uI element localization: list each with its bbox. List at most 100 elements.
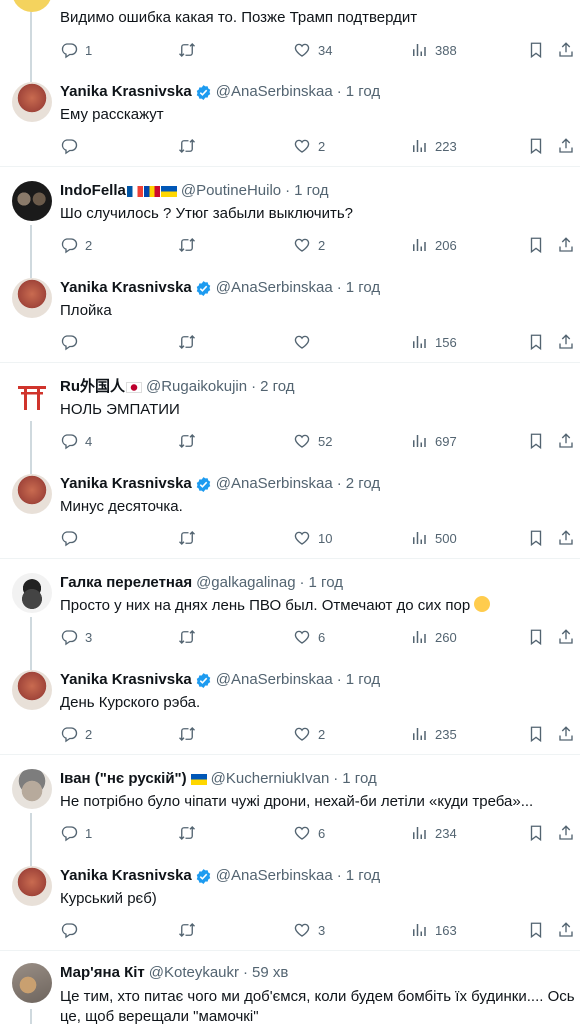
avatar[interactable] [12, 278, 52, 318]
bookmark-button[interactable] [527, 920, 545, 940]
reply-tweet[interactable]: Yanika Krasnivska @AnaSerbinskaa · 1 год… [0, 852, 580, 950]
bookmark-button[interactable] [527, 136, 545, 156]
author-name[interactable]: Yanika Krasnivska [60, 82, 192, 102]
reply-button[interactable]: 1 [60, 40, 92, 60]
author-handle[interactable]: @AnaSerbinskaa [216, 278, 333, 298]
bookmark-button[interactable] [527, 332, 545, 352]
like-button[interactable]: 3 [293, 920, 325, 940]
author-name[interactable]: Yanika Krasnivska [60, 866, 192, 886]
share-button[interactable] [557, 823, 575, 843]
like-button[interactable]: 52 [293, 431, 332, 451]
retweet-button[interactable] [178, 724, 203, 744]
author-handle[interactable]: @KucherniukIvan [211, 769, 330, 789]
timestamp[interactable]: 59 хв [252, 963, 288, 983]
retweet-button[interactable] [178, 431, 203, 451]
timestamp[interactable]: 2 год [260, 377, 294, 397]
avatar[interactable] [12, 82, 52, 122]
views-button[interactable]: 234 [410, 823, 457, 843]
timestamp[interactable]: 1 год [346, 82, 380, 102]
reply-button[interactable]: 4 [60, 431, 92, 451]
author-handle[interactable]: @Koteykaukr [149, 963, 239, 983]
reply-button[interactable]: 1 [60, 823, 92, 843]
timestamp[interactable]: 1 год [346, 670, 380, 690]
reply-button[interactable] [60, 920, 85, 940]
author-name[interactable]: Yanika Krasnivska [60, 474, 192, 494]
bookmark-button[interactable] [527, 40, 545, 60]
bookmark-button[interactable] [527, 431, 545, 451]
reply-tweet[interactable]: Yanika Krasnivska @AnaSerbinskaa · 1 год… [0, 72, 580, 166]
share-button[interactable] [557, 528, 575, 548]
share-button[interactable] [557, 627, 575, 647]
retweet-button[interactable] [178, 528, 203, 548]
timestamp[interactable]: 1 год [294, 181, 328, 201]
views-button[interactable]: 388 [410, 40, 457, 60]
views-button[interactable]: 697 [410, 431, 457, 451]
bookmark-button[interactable] [527, 823, 545, 843]
reply-button[interactable]: 3 [60, 627, 92, 647]
retweet-button[interactable] [178, 332, 203, 352]
reply-button[interactable]: 2 [60, 235, 92, 255]
retweet-button[interactable] [178, 136, 203, 156]
timestamp[interactable]: 1 год [309, 573, 343, 593]
like-button[interactable]: 2 [293, 235, 325, 255]
author-name[interactable]: Yanika Krasnivska [60, 278, 192, 298]
like-button[interactable]: 6 [293, 627, 325, 647]
share-button[interactable] [557, 724, 575, 744]
avatar[interactable] [12, 377, 52, 417]
like-button[interactable]: 2 [293, 724, 325, 744]
views-button[interactable]: 156 [410, 332, 457, 352]
author-name[interactable]: Галка перелетная [60, 573, 192, 593]
avatar[interactable] [12, 181, 52, 221]
avatar[interactable] [12, 0, 52, 12]
reply-tweet[interactable]: Yanika Krasnivska @AnaSerbinskaa · 2 год… [0, 460, 580, 558]
bookmark-button[interactable] [527, 724, 545, 744]
author-handle[interactable]: @Rugaikokujin [146, 377, 247, 397]
retweet-button[interactable] [178, 235, 203, 255]
author-name[interactable]: Мар'яна Кіт [60, 963, 145, 983]
avatar[interactable] [12, 474, 52, 514]
author-handle[interactable]: @AnaSerbinskaa [216, 866, 333, 886]
reply-tweet[interactable]: Ru外国人 @Rugaikokujin · 2 год НОЛЬ ЭМПАТИИ… [0, 363, 580, 460]
reply-button[interactable] [60, 528, 85, 548]
avatar[interactable] [12, 963, 52, 1003]
reply-button[interactable]: 2 [60, 724, 92, 744]
retweet-button[interactable] [178, 627, 203, 647]
author-handle[interactable]: @AnaSerbinskaa [216, 474, 333, 494]
reply-tweet[interactable]: Видимо ошибка какая то. Позже Трамп подт… [0, 0, 580, 72]
author-name[interactable]: Ru外国人 [60, 377, 125, 397]
reply-tweet[interactable]: IndoFella @PoutineHuilo · 1 год Шо случи… [0, 167, 580, 264]
views-button[interactable]: 500 [410, 528, 457, 548]
author-handle[interactable]: @PoutineHuilo [181, 181, 281, 201]
avatar[interactable] [12, 573, 52, 613]
reply-tweet[interactable]: Галка перелетная @galkagalinag · 1 год П… [0, 559, 580, 656]
reply-button[interactable] [60, 136, 85, 156]
avatar[interactable] [12, 670, 52, 710]
author-name[interactable]: IndoFella [60, 181, 126, 201]
reply-tweet[interactable]: Yanika Krasnivska @AnaSerbinskaa · 1 год… [0, 264, 580, 362]
views-button[interactable]: 206 [410, 235, 457, 255]
author-handle[interactable]: @galkagalinag [196, 573, 295, 593]
bookmark-button[interactable] [527, 528, 545, 548]
bookmark-button[interactable] [527, 235, 545, 255]
share-button[interactable] [557, 332, 575, 352]
share-button[interactable] [557, 235, 575, 255]
share-button[interactable] [557, 136, 575, 156]
avatar[interactable] [12, 769, 52, 809]
like-button[interactable]: 10 [293, 528, 332, 548]
author-name[interactable]: Yanika Krasnivska [60, 670, 192, 690]
views-button[interactable]: 260 [410, 627, 457, 647]
reply-tweet[interactable]: Yanika Krasnivska @AnaSerbinskaa · 1 год… [0, 656, 580, 754]
reply-button[interactable] [60, 332, 85, 352]
reply-tweet[interactable]: Мар'яна Кіт @Koteykaukr · 59 хв Це тим, … [0, 951, 580, 1024]
views-button[interactable]: 235 [410, 724, 457, 744]
timestamp[interactable]: 1 год [342, 769, 376, 789]
retweet-button[interactable] [178, 40, 203, 60]
reply-tweet[interactable]: Іван ("нє рускій") @KucherniukIvan · 1 г… [0, 755, 580, 852]
avatar[interactable] [12, 866, 52, 906]
like-button[interactable]: 6 [293, 823, 325, 843]
timestamp[interactable]: 2 год [346, 474, 380, 494]
share-button[interactable] [557, 920, 575, 940]
retweet-button[interactable] [178, 920, 203, 940]
views-button[interactable]: 163 [410, 920, 457, 940]
bookmark-button[interactable] [527, 627, 545, 647]
